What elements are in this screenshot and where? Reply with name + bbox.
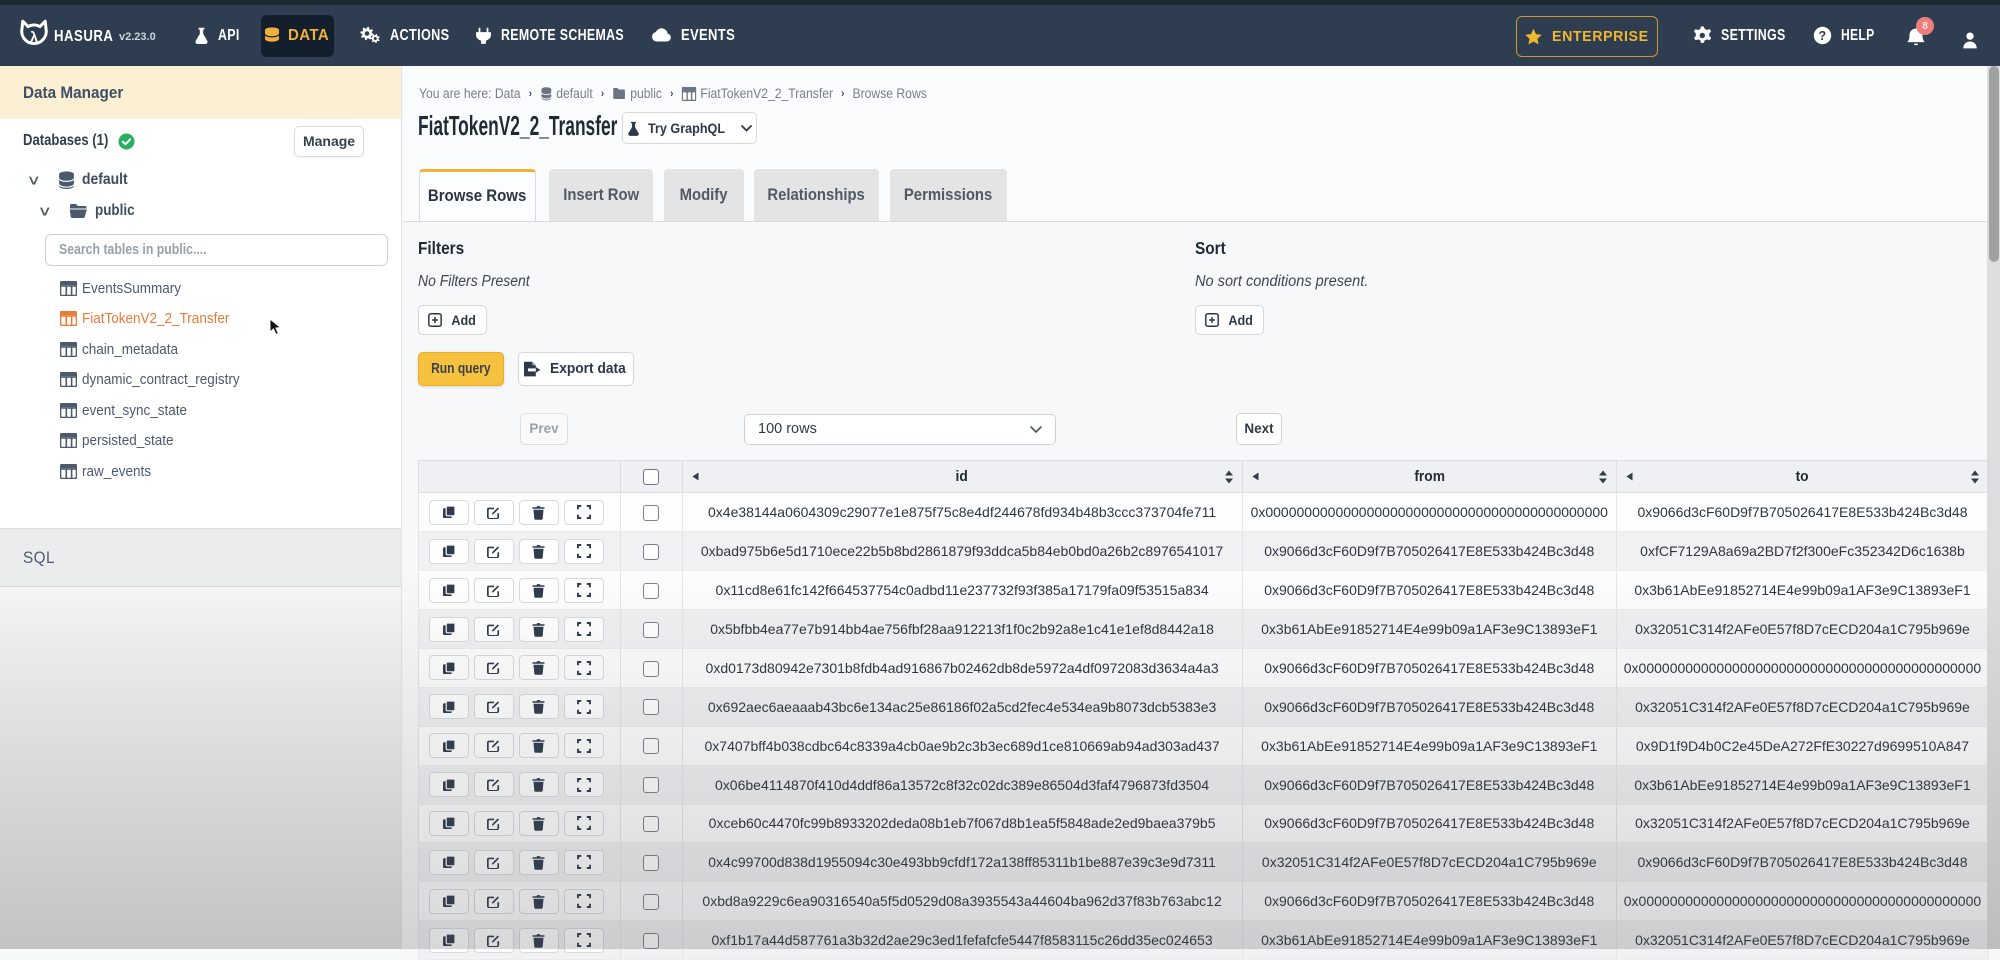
- svg-text:λ: λ: [30, 30, 38, 46]
- svg-text:?: ?: [1818, 29, 1826, 43]
